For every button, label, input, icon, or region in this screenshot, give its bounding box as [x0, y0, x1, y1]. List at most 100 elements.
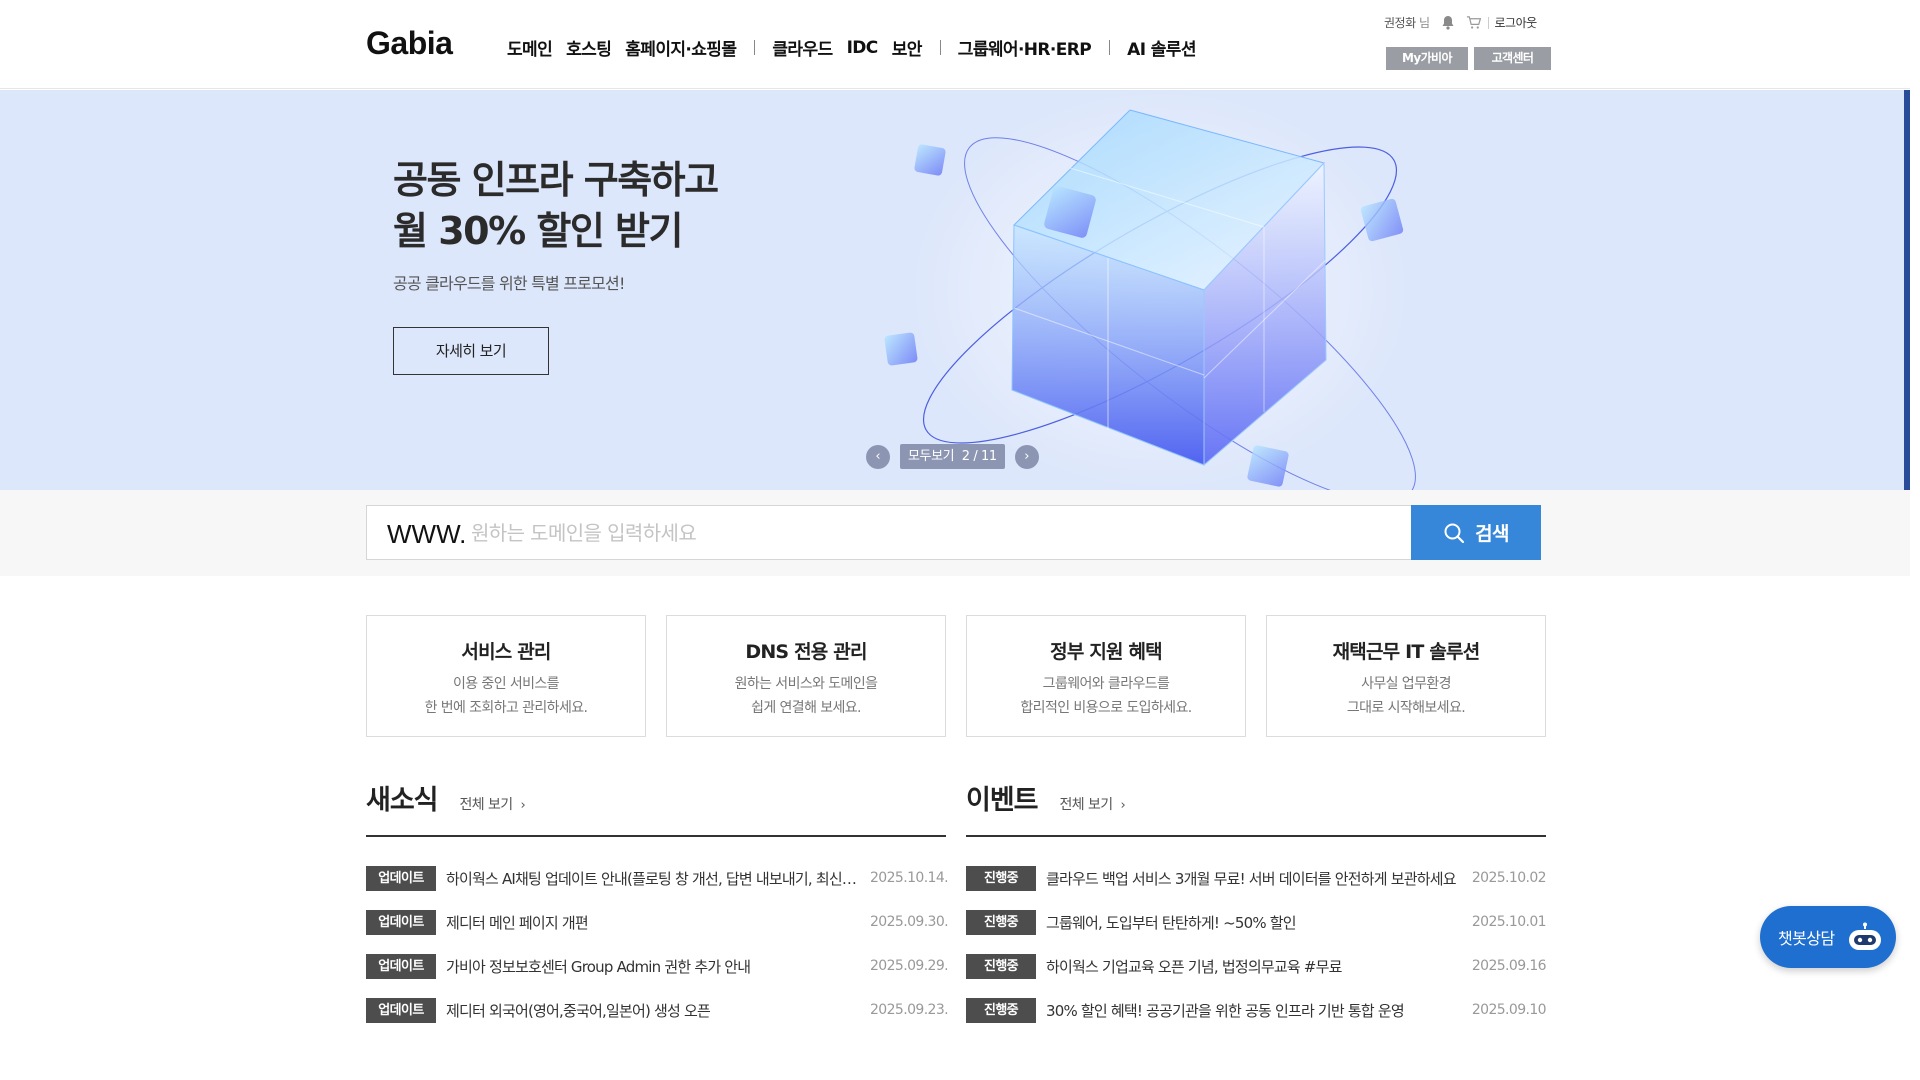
card-desc: 그룹웨어와 클라우드를합리적인 비용으로 도입하세요.	[967, 672, 1245, 720]
card-desc-line2: 한 번에 조회하고 관리하세요.	[424, 700, 588, 716]
event-title: 이벤트	[966, 785, 1039, 816]
news-item-title[interactable]: 하이웍스 AI채팅 업데이트 안내(플로팅 창 개선, 답변 내보내기, 최신 …	[446, 868, 860, 889]
event-item-title[interactable]: 하이웍스 기업교육 오픈 기념, 법정의무교육 #무료	[1046, 956, 1460, 977]
prev-slide-button[interactable]: ‹	[866, 444, 890, 469]
nav-idc[interactable]: IDC	[847, 38, 879, 58]
gabia-logo[interactable]: Gabia	[366, 25, 453, 62]
news-view-all-label: 전체 보기	[459, 797, 514, 813]
user-utility: 권정화 님 로그아웃	[1384, 14, 1537, 31]
event-view-all-label: 전체 보기	[1059, 797, 1114, 813]
event-list: 진행중 클라우드 백업 서비스 3개월 무료! 서버 데이터를 안전하게 보관하…	[966, 856, 1547, 1032]
news-list: 업데이트 하이웍스 AI채팅 업데이트 안내(플로팅 창 개선, 답변 내보내기…	[366, 856, 949, 1032]
chatbot-button[interactable]: 챗봇상담	[1760, 906, 1896, 968]
nav-homepage-shop[interactable]: 홈페이지·쇼핑몰	[625, 35, 737, 60]
event-item-title[interactable]: 클라우드 백업 서비스 3개월 무료! 서버 데이터를 안전하게 보관하세요	[1046, 868, 1460, 889]
ongoing-badge: 진행중	[966, 909, 1036, 935]
event-item-date: 2025.09.16	[1471, 958, 1547, 974]
nav-domain[interactable]: 도메인	[507, 35, 553, 60]
card-desc-line2: 그대로 시작해보세요.	[1346, 700, 1466, 716]
card-desc: 원하는 서비스와 도메인을 쉽게 연결해 보세요.	[667, 672, 945, 720]
news-item-title[interactable]: 가비아 정보보호센터 Group Admin 권한 추가 안내	[446, 956, 860, 977]
domain-search-input[interactable]	[471, 514, 1371, 552]
nav-ai-solution[interactable]: AI 솔루션	[1127, 35, 1196, 60]
news-title: 새소식	[366, 785, 439, 816]
event-item-date: 2025.10.01	[1471, 914, 1547, 930]
view-all-label: 모두보기	[908, 449, 955, 464]
hero-title-line2: 월 30% 할인 받기	[393, 209, 683, 253]
view-all-slides-button[interactable]: 모두보기 2 / 11	[900, 444, 1005, 469]
update-badge: 업데이트	[366, 865, 436, 891]
util-divider	[1487, 16, 1489, 29]
card-desc: 이용 중인 서비스를한 번에 조회하고 관리하세요.	[367, 672, 645, 720]
header: Gabia 도메인 호스팅 홈페이지·쇼핑몰 클라우드 IDC 보안 그룹웨어·…	[0, 0, 1910, 89]
news-item-date: 2025.10.14.	[870, 870, 949, 886]
news-item-title[interactable]: 제디터 외국어(영어,중국어,일본어) 생성 오픈	[446, 1000, 860, 1021]
domain-search-box: WWW.	[366, 505, 1412, 560]
my-gabia-button[interactable]: My가비아	[1386, 47, 1468, 70]
util-buttons: My가비아 고객센터	[1386, 47, 1551, 70]
chevron-right-icon: ›	[1120, 798, 1126, 813]
search-icon	[1444, 523, 1465, 543]
customer-center-button[interactable]: 고객센터	[1474, 47, 1551, 70]
nav-groupware[interactable]: 그룹웨어·HR·ERP	[958, 35, 1092, 60]
card-title: 재택근무 IT 솔루션	[1332, 641, 1481, 663]
nav-cloud[interactable]: 클라우드	[772, 35, 833, 60]
nav-security[interactable]: 보안	[892, 35, 923, 60]
hero-subtitle: 공공 클라우드를 위한 특별 프로모션!	[393, 274, 625, 293]
card-desc-line1: 사무실 업무환경	[1361, 676, 1451, 692]
nav-hosting[interactable]: 호스팅	[566, 35, 612, 60]
card-remote-work[interactable]: 재택근무 IT 솔루션 사무실 업무환경그대로 시작해보세요.	[1266, 615, 1546, 737]
hero-title: 공동 인프라 구축하고 월 30% 할인 받기	[393, 155, 719, 257]
card-dns-manage[interactable]: DNS 전용 관리 원하는 서비스와 도메인을 쉽게 연결해 보세요.	[666, 615, 946, 737]
slide-current: 2	[961, 449, 970, 464]
card-desc: 사무실 업무환경그대로 시작해보세요.	[1267, 672, 1545, 720]
event-row[interactable]: 진행중 30% 할인 혜택! 공공기관을 위한 공동 인프라 기반 통합 운영 …	[966, 988, 1547, 1032]
event-item-date: 2025.09.10	[1471, 1002, 1547, 1018]
card-title: DNS 전용 관리	[745, 641, 867, 663]
bell-icon[interactable]	[1440, 15, 1456, 31]
news-board: 새소식 전체 보기 › 업데이트 하이웍스 AI채팅 업데이트 안내(플로팅 창 …	[366, 778, 949, 1032]
event-row[interactable]: 진행중 하이웍스 기업교육 오픈 기념, 법정의무교육 #무료 2025.09.…	[966, 944, 1547, 988]
news-row[interactable]: 업데이트 제디터 메인 페이지 개편 2025.09.30.	[366, 900, 949, 944]
event-header: 이벤트 전체 보기 ›	[966, 778, 1546, 837]
search-button-label: 검색	[1475, 523, 1509, 545]
www-prefix: WWW.	[387, 519, 467, 549]
nav-divider	[1109, 40, 1111, 55]
card-desc-line1: 이용 중인 서비스를	[453, 676, 560, 692]
event-item-date: 2025.10.02	[1471, 870, 1547, 886]
event-view-all-link[interactable]: 전체 보기 ›	[1060, 794, 1126, 814]
cart-icon[interactable]	[1466, 15, 1482, 31]
ongoing-badge: 진행중	[966, 997, 1036, 1023]
card-desc-line1: 원하는 서비스와 도메인을	[734, 676, 878, 692]
update-badge: 업데이트	[366, 909, 436, 935]
quick-cards: 서비스 관리 이용 중인 서비스를 한 번에 조회하고 관리하세요. DNS 전용…	[366, 615, 1546, 737]
nav-divider	[754, 40, 756, 55]
news-row[interactable]: 업데이트 하이웍스 AI채팅 업데이트 안내(플로팅 창 개선, 답변 내보내기…	[366, 856, 949, 900]
event-item-title[interactable]: 30% 할인 혜택! 공공기관을 위한 공동 인프라 기반 통합 운영	[1046, 1000, 1460, 1021]
robot-icon	[1849, 922, 1882, 950]
news-row[interactable]: 업데이트 가비아 정보보호센터 Group Admin 권한 추가 안내 202…	[366, 944, 949, 988]
user-greeting: 권정화 님	[1384, 14, 1430, 31]
hero-side-bar	[1904, 90, 1910, 490]
news-item-title[interactable]: 제디터 메인 페이지 개편	[446, 912, 860, 933]
hero-detail-button[interactable]: 자세히 보기	[393, 327, 549, 375]
nav-divider	[939, 40, 941, 55]
hero-cube-illustration	[830, 90, 1450, 490]
news-row[interactable]: 업데이트 제디터 외국어(영어,중국어,일본어) 생성 오픈 2025.09.2…	[366, 988, 949, 1032]
event-item-title[interactable]: 그룹웨어, 도입부터 탄탄하게! ~50% 할인	[1046, 912, 1460, 933]
news-view-all-link[interactable]: 전체 보기 ›	[460, 794, 526, 814]
card-desc-line1: 그룹웨어와 클라우드를	[1042, 676, 1170, 692]
main-nav: 도메인 호스팅 홈페이지·쇼핑몰 클라우드 IDC 보안 그룹웨어·HR·ERP…	[507, 35, 1210, 61]
ongoing-badge: 진행중	[966, 865, 1036, 891]
next-slide-button[interactable]: ›	[1014, 444, 1039, 469]
card-desc-line2: 합리적인 비용으로 도입하세요.	[1020, 700, 1192, 716]
event-row[interactable]: 진행중 그룹웨어, 도입부터 탄탄하게! ~50% 할인 2025.10.01	[966, 900, 1547, 944]
event-board: 이벤트 전체 보기 › 진행중 클라우드 백업 서비스 3개월 무료! 서버 데이…	[966, 778, 1547, 1032]
search-button[interactable]: 검색	[1411, 505, 1541, 560]
card-gov-support[interactable]: 정부 지원 혜택 그룹웨어와 클라우드를 합리적인 비용으로 도입하세요.	[966, 615, 1246, 737]
card-service-manage[interactable]: 서비스 관리 이용 중인 서비스를 한 번에 조회하고 관리하세요.	[366, 615, 646, 737]
ongoing-badge: 진행중	[966, 953, 1036, 979]
logout-link[interactable]: 로그아웃	[1495, 14, 1538, 31]
event-row[interactable]: 진행중 클라우드 백업 서비스 3개월 무료! 서버 데이터를 안전하게 보관하…	[966, 856, 1547, 900]
news-item-date: 2025.09.29.	[870, 958, 949, 974]
